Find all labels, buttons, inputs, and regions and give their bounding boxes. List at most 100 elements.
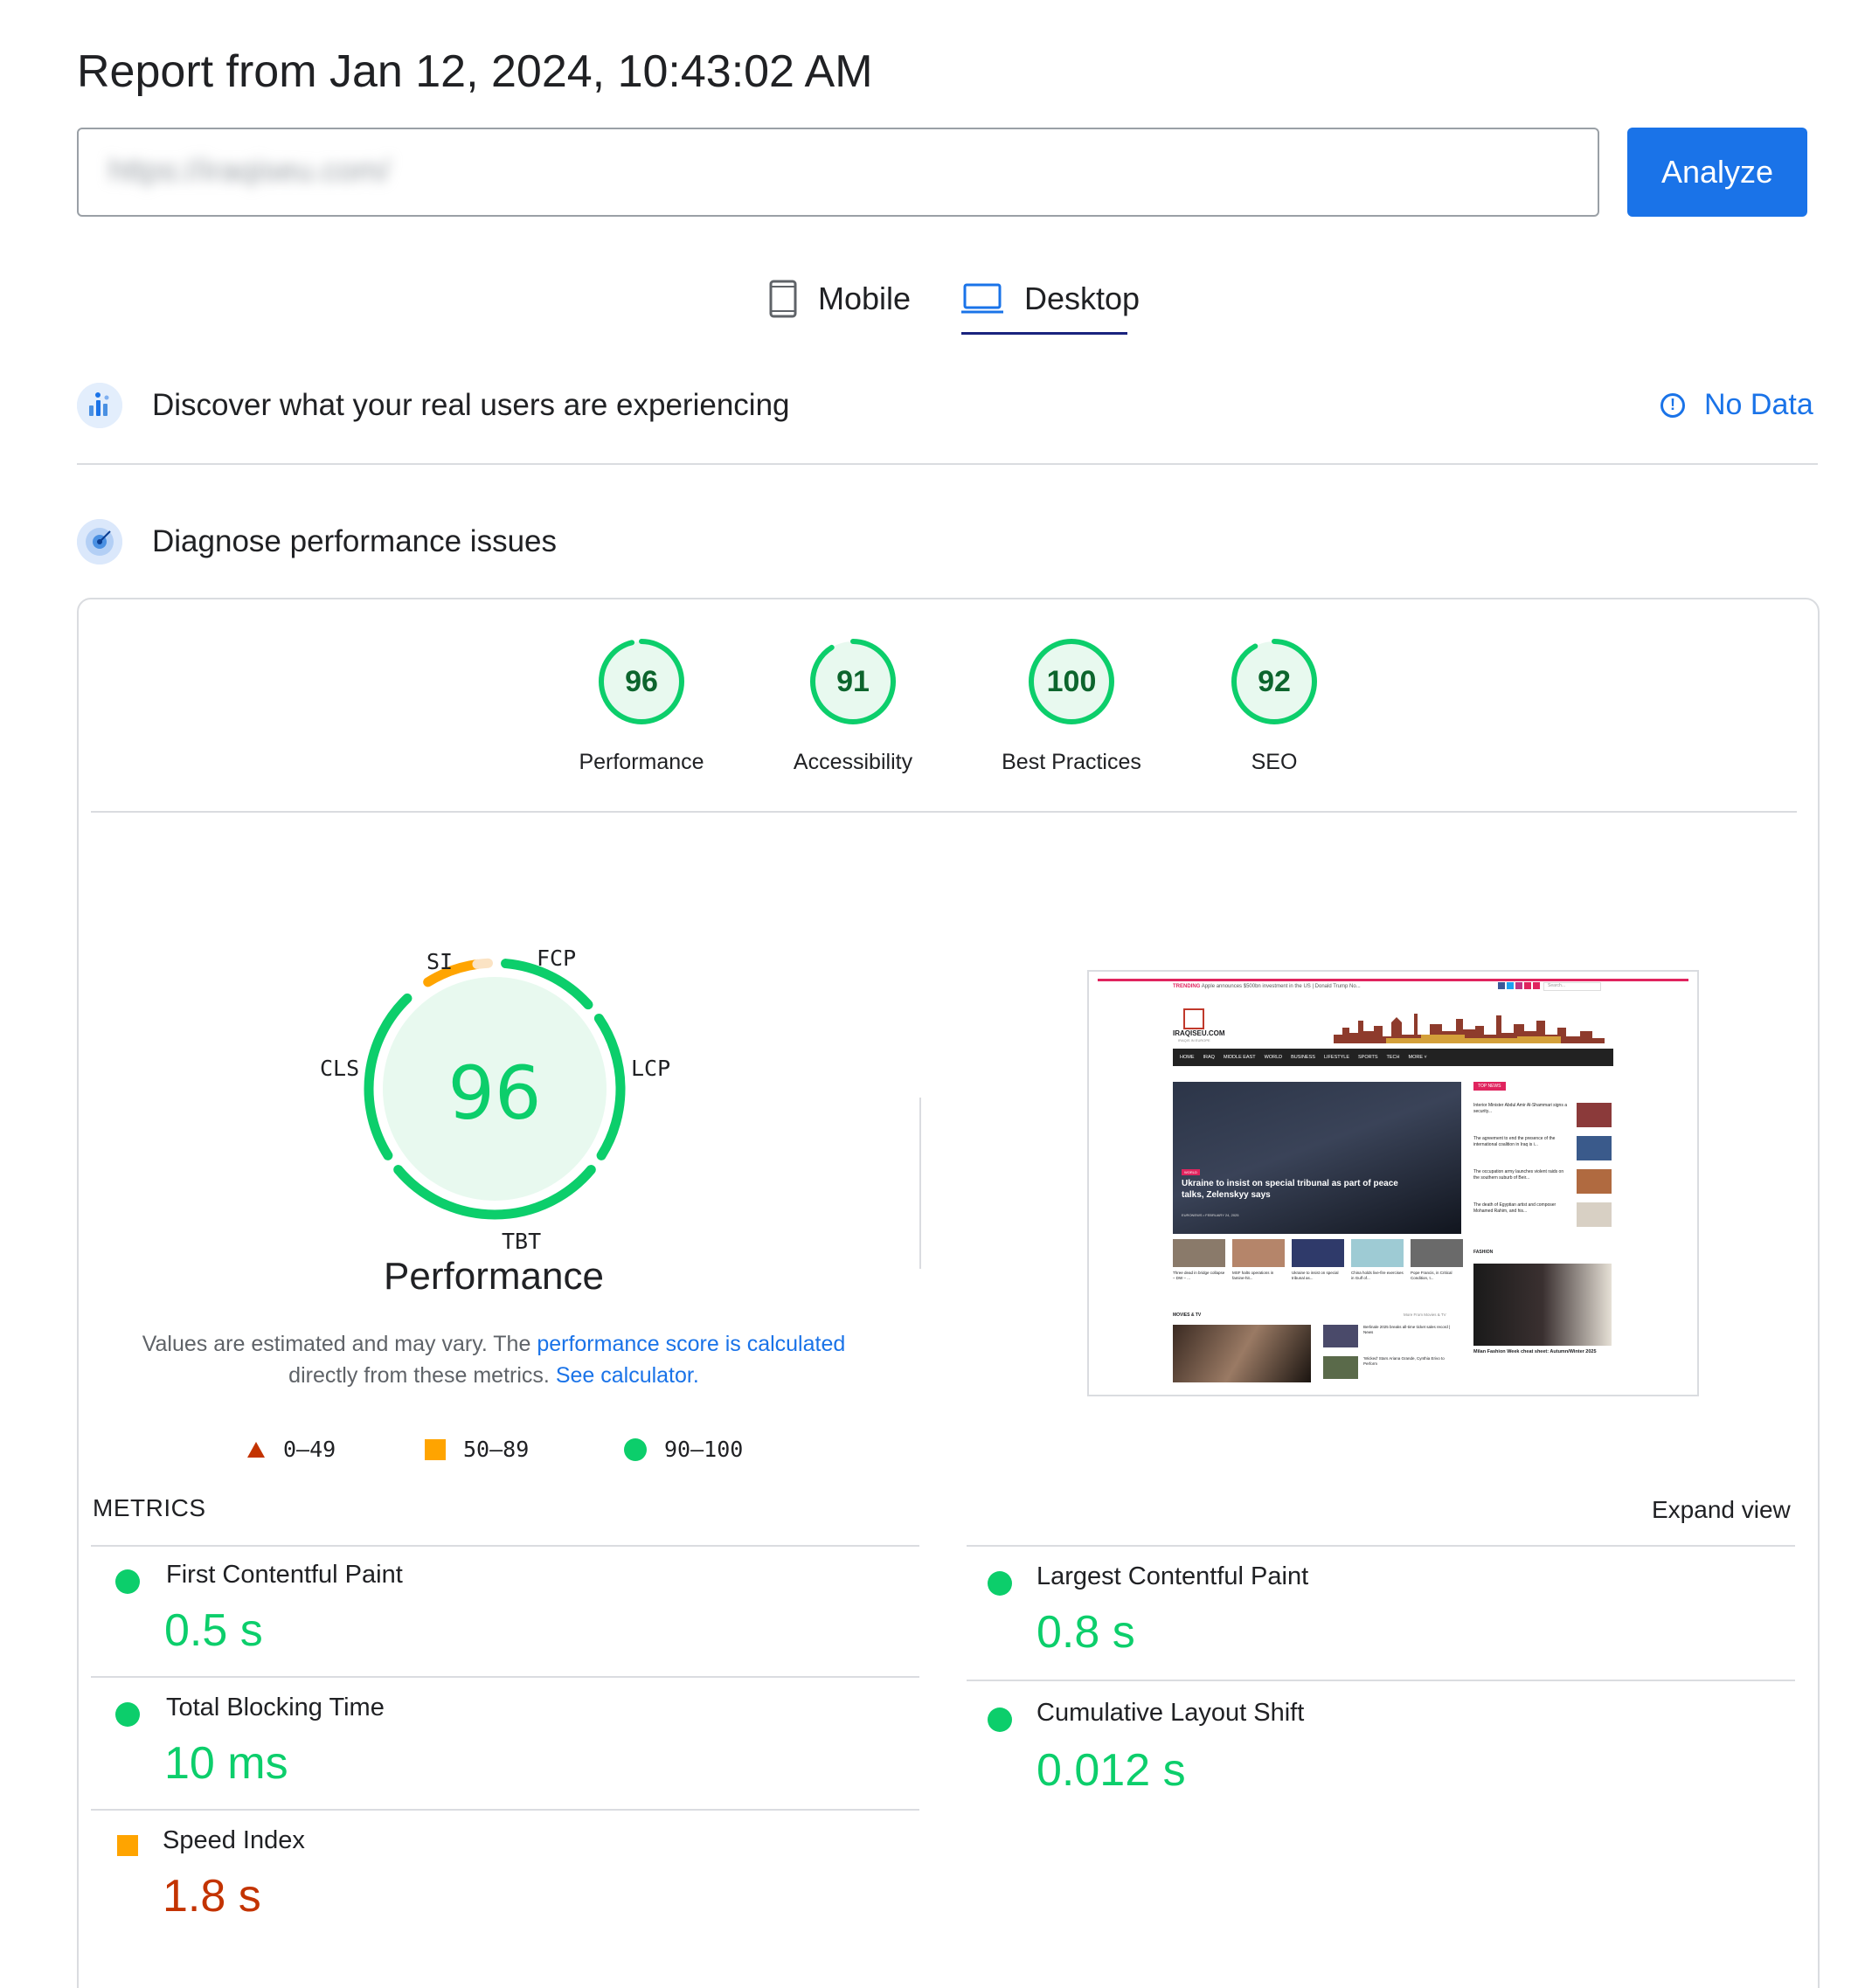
gauge-label-performance: Performance	[579, 750, 704, 774]
tab-mobile[interactable]: Mobile	[769, 262, 911, 336]
metric-si-name: Speed Index	[163, 1826, 305, 1854]
info-icon: !	[1660, 392, 1685, 418]
small-story-title: Three dead in bridge collapse – DW – ...	[1173, 1271, 1225, 1280]
movies-more-link: More From Movies & TV	[1404, 1313, 1446, 1317]
metric-fcp-name: First Contentful Paint	[166, 1561, 403, 1589]
screenshot-tagline: IRAQIS IN EUROPE	[1178, 1038, 1210, 1042]
legend-good: 90–100	[624, 1437, 743, 1462]
gauge-label-si: SI	[426, 949, 454, 974]
movies-image	[1173, 1325, 1311, 1382]
tab-desktop-label: Desktop	[1024, 281, 1140, 316]
gauge-best-practices[interactable]: 100	[1026, 636, 1117, 727]
gauge-score: 91	[836, 664, 870, 698]
gauge-performance[interactable]: 96	[596, 636, 687, 727]
analyze-button[interactable]: Analyze	[1627, 128, 1807, 217]
metric-divider	[967, 1680, 1795, 1681]
screenshot-nav-item: TECH	[1386, 1055, 1400, 1060]
small-story-thumb	[1232, 1239, 1285, 1267]
field-data-title: Discover what your real users are experi…	[152, 388, 790, 422]
top-news-item: Interior Minister Abdul Amir Al-Shammari…	[1473, 1103, 1567, 1114]
screenshot-nav-item: SPORTS	[1358, 1055, 1378, 1060]
screenshot-trending-text: Apple announces $500bn investment in the…	[1201, 984, 1361, 989]
circle-icon	[624, 1437, 647, 1461]
city-skyline-banner	[1334, 1014, 1605, 1043]
fashion-headline: Milan Fashion Week cheat sheet: Autumn/W…	[1473, 1349, 1597, 1354]
instagram-icon	[1515, 982, 1522, 989]
top-news-thumb	[1577, 1103, 1612, 1127]
page-screenshot[interactable]: TRENDING Apple announces $500bn investme…	[1087, 970, 1699, 1396]
screenshot-nav-item: LIFESTYLE	[1323, 1055, 1349, 1060]
tiktok-icon	[1533, 982, 1540, 989]
metric-divider	[967, 1545, 1795, 1547]
top-news-item: The occupation army launches violent rai…	[1473, 1169, 1564, 1181]
small-story-title: MSF halts operations in famine-hit...	[1232, 1271, 1274, 1280]
gauge-label-cls: CLS	[320, 1056, 360, 1081]
metrics-heading: METRICS	[93, 1494, 206, 1521]
legend-poor: 0–49	[246, 1437, 336, 1462]
movies-story-thumb	[1323, 1325, 1358, 1347]
divider	[77, 463, 1818, 465]
screenshot-social-icons	[1498, 982, 1540, 989]
gauge-segment-si-track	[472, 958, 493, 969]
movies-story-title: Berlinale 2025 breaks all-time ticket sa…	[1363, 1325, 1451, 1334]
gauge-score: 96	[625, 664, 658, 698]
metric-fcp-value: 0.5 s	[164, 1605, 263, 1656]
top-news-thumb	[1577, 1169, 1612, 1194]
phone-icon	[769, 280, 797, 318]
description-text-1: Values are estimated and may vary. The	[142, 1332, 537, 1356]
gauge-label-tbt: TBT	[502, 1229, 542, 1254]
top-news-item: The death of Egyptian artist and compose…	[1473, 1202, 1556, 1214]
screenshot-site-name: IRAQISEU.COM	[1173, 1029, 1225, 1037]
legend-good-label: 90–100	[664, 1437, 744, 1462]
small-story-thumb	[1411, 1239, 1463, 1267]
hero-byline: EURONEWS • FEBRUARY 24, 2025	[1182, 1213, 1239, 1217]
screenshot-nav: HOME IRAQ MIDDLE EAST WORLD BUSINESS LIF…	[1173, 1049, 1613, 1066]
good-circle-icon	[115, 1569, 140, 1594]
gauge-seo[interactable]: 92	[1229, 636, 1320, 727]
url-input-value: https://iraqiseu.com/	[108, 152, 391, 188]
good-circle-icon	[988, 1707, 1012, 1732]
laptop-icon	[961, 283, 1003, 314]
lighthouse-radar-icon	[77, 519, 122, 565]
screenshot-nav-item: IRAQ	[1203, 1055, 1215, 1060]
gauge-accessibility[interactable]: 91	[808, 636, 898, 727]
expand-view-button[interactable]: Expand view	[1652, 1496, 1791, 1524]
screenshot-search: Search...	[1543, 982, 1601, 991]
small-story-title: Ukraine to insist on special tribunal as…	[1292, 1271, 1339, 1280]
gauge-label-fcp: FCP	[537, 946, 577, 971]
screenshot-nav-item: HOME	[1180, 1055, 1195, 1060]
tab-desktop[interactable]: Desktop	[961, 262, 1140, 336]
fashion-image	[1473, 1264, 1612, 1346]
top-news-label: TOP NEWS	[1473, 1082, 1506, 1091]
score-calculated-link[interactable]: performance score is calculated	[537, 1332, 845, 1356]
legend-average-label: 50–89	[463, 1437, 530, 1462]
hero-tag: WORLD	[1182, 1169, 1200, 1175]
small-story-title: Pope Francis, in Critical Condition, t..…	[1411, 1271, 1452, 1280]
see-calculator-link[interactable]: See calculator.	[556, 1363, 699, 1388]
url-input[interactable]: https://iraqiseu.com/	[77, 128, 1599, 217]
gauge-label-seo: SEO	[1251, 750, 1298, 774]
hero-image: WORLD Ukraine to insist on special tribu…	[1173, 1082, 1461, 1234]
youtube-icon	[1524, 982, 1531, 989]
users-chart-icon	[77, 383, 122, 428]
gauge-score: 92	[1258, 664, 1291, 698]
top-news-thumb	[1577, 1202, 1612, 1227]
triangle-icon	[247, 1441, 265, 1458]
metric-cls-value: 0.012 s	[1036, 1745, 1186, 1796]
gauge-score: 100	[1046, 664, 1097, 698]
report-title: Report from Jan 12, 2024, 10:43:02 AM	[77, 46, 873, 97]
screenshot-nav-item: MIDDLE EAST	[1223, 1055, 1256, 1060]
small-story-thumb	[1173, 1239, 1225, 1267]
metric-tbt-name: Total Blocking Time	[166, 1694, 385, 1721]
small-story-title: China holds live-fire exercises in Gulf …	[1351, 1271, 1404, 1280]
small-story-thumb	[1351, 1239, 1404, 1267]
hero-headline: Ukraine to insist on special tribunal as…	[1182, 1179, 1398, 1200]
fashion-label: FASHION	[1473, 1250, 1494, 1255]
metric-si-value: 1.8 s	[163, 1871, 261, 1922]
tab-active-indicator	[961, 332, 1127, 335]
no-data-link[interactable]: ! No Data	[1660, 388, 1813, 422]
movies-story-title: 'Wicked' Stars Ariana Grande, Cynthia Er…	[1363, 1356, 1445, 1366]
screenshot-nav-item: WORLD	[1264, 1055, 1283, 1060]
performance-score: 96	[448, 1050, 542, 1136]
vertical-divider	[919, 1098, 921, 1269]
